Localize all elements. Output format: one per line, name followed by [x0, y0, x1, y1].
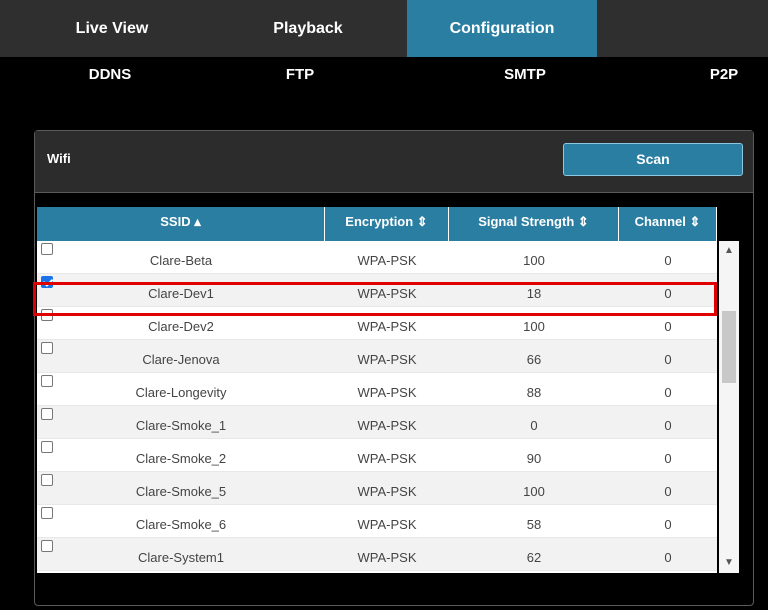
- cell-signal: 100: [523, 319, 545, 334]
- table-row[interactable]: Clare-Dev1 WPA-PSK 18 0: [37, 274, 717, 307]
- cell-ssid: Clare-Jenova: [142, 352, 220, 367]
- table-row[interactable]: Clare-Smoke_6 WPA-PSK 58 0: [37, 505, 717, 538]
- table-row[interactable]: Clare-Smoke_5 WPA-PSK 100 0: [37, 472, 717, 505]
- cell-encryption: WPA-PSK: [357, 484, 417, 499]
- cell-ssid: Clare-Smoke_1: [135, 418, 227, 433]
- arrow-up-icon[interactable]: ▲: [719, 241, 739, 261]
- scan-button[interactable]: Scan: [563, 143, 743, 176]
- cell-ssid: Clare-Smoke_6: [135, 517, 227, 532]
- table-row[interactable]: Clare-Smoke_2 WPA-PSK 90 0: [37, 439, 717, 472]
- cell-channel: 0: [664, 550, 672, 565]
- cell-channel: 0: [664, 517, 672, 532]
- cell-channel: 0: [664, 418, 672, 433]
- cell-signal: 0: [530, 418, 538, 433]
- wifi-table: SSID ▴ Encryption ⇕ Signal Strength ⇕ Ch…: [37, 207, 717, 573]
- cell-ssid: Clare-Smoke_5: [135, 484, 227, 499]
- cell-signal: 18: [526, 286, 542, 301]
- cell-ssid: Clare-Smoke_2: [135, 451, 227, 466]
- header-channel[interactable]: Channel ⇕: [619, 207, 717, 241]
- cell-ssid: Clare-Longevity: [135, 385, 227, 400]
- cell-signal: 62: [526, 550, 542, 565]
- cell-channel: 0: [664, 352, 672, 367]
- top-nav: Live View Playback Configuration: [0, 0, 768, 57]
- cell-channel: 0: [664, 253, 672, 268]
- cell-ssid: Clare-System1: [138, 550, 224, 565]
- cell-signal: 88: [526, 385, 542, 400]
- cell-signal: 58: [526, 517, 542, 532]
- header-encryption[interactable]: Encryption ⇕: [325, 207, 449, 241]
- table-row[interactable]: Clare-Smoke_1 WPA-PSK 0 0: [37, 406, 717, 439]
- tab-configuration[interactable]: Configuration: [407, 0, 597, 57]
- arrow-down-icon[interactable]: ▼: [719, 553, 739, 573]
- cell-signal: 66: [526, 352, 542, 367]
- wifi-panel-header: Wifi Scan: [35, 131, 753, 193]
- cell-ssid: Clare-Dev2: [148, 319, 214, 334]
- table-row[interactable]: Clare-Beta WPA-PSK 100 0: [37, 241, 717, 274]
- table-row[interactable]: Clare-System1 WPA-PSK 62 0: [37, 538, 717, 571]
- cell-ssid: Clare-Beta: [149, 253, 213, 268]
- cell-encryption: WPA-PSK: [357, 385, 417, 400]
- wifi-title: Wifi: [47, 151, 71, 166]
- cell-channel: 0: [664, 385, 672, 400]
- header-signal-strength[interactable]: Signal Strength ⇕: [449, 207, 619, 241]
- table-header: SSID ▴ Encryption ⇕ Signal Strength ⇕ Ch…: [37, 207, 717, 241]
- subnav-ddns[interactable]: DDNS: [60, 57, 160, 93]
- cell-channel: 0: [664, 286, 672, 301]
- cell-encryption: WPA-PSK: [357, 286, 417, 301]
- cell-encryption: WPA-PSK: [357, 319, 417, 334]
- cell-encryption: WPA-PSK: [357, 253, 417, 268]
- table-row[interactable]: Clare-Jenova WPA-PSK 66 0: [37, 340, 717, 373]
- cell-channel: 0: [664, 484, 672, 499]
- cell-encryption: WPA-PSK: [357, 517, 417, 532]
- cell-signal: 100: [523, 253, 545, 268]
- cell-encryption: WPA-PSK: [357, 352, 417, 367]
- subnav-smtp[interactable]: SMTP: [480, 57, 570, 93]
- cell-encryption: WPA-PSK: [357, 418, 417, 433]
- cell-encryption: WPA-PSK: [357, 451, 417, 466]
- sub-nav: DDNS FTP SMTP P2P: [0, 57, 768, 99]
- cell-encryption: WPA-PSK: [357, 550, 417, 565]
- cell-signal: 100: [523, 484, 545, 499]
- subnav-p2p[interactable]: P2P: [700, 57, 748, 93]
- subnav-ftp[interactable]: FTP: [270, 57, 330, 93]
- cell-channel: 0: [664, 451, 672, 466]
- table-scrollbar[interactable]: ▲ ▼: [719, 241, 739, 573]
- cell-channel: 0: [664, 319, 672, 334]
- cell-ssid: Clare-Dev1: [148, 286, 214, 301]
- table-row[interactable]: Clare-Longevity WPA-PSK 88 0: [37, 373, 717, 406]
- tab-playback[interactable]: Playback: [248, 0, 368, 57]
- cell-signal: 90: [526, 451, 542, 466]
- header-ssid[interactable]: SSID ▴: [37, 207, 325, 241]
- table-row[interactable]: Clare-Dev2 WPA-PSK 100 0: [37, 307, 717, 340]
- scrollbar-thumb[interactable]: [722, 311, 736, 383]
- wifi-panel: Wifi Scan SSID ▴ Encryption ⇕ Signal Str…: [34, 130, 754, 606]
- tab-live-view[interactable]: Live View: [52, 0, 172, 57]
